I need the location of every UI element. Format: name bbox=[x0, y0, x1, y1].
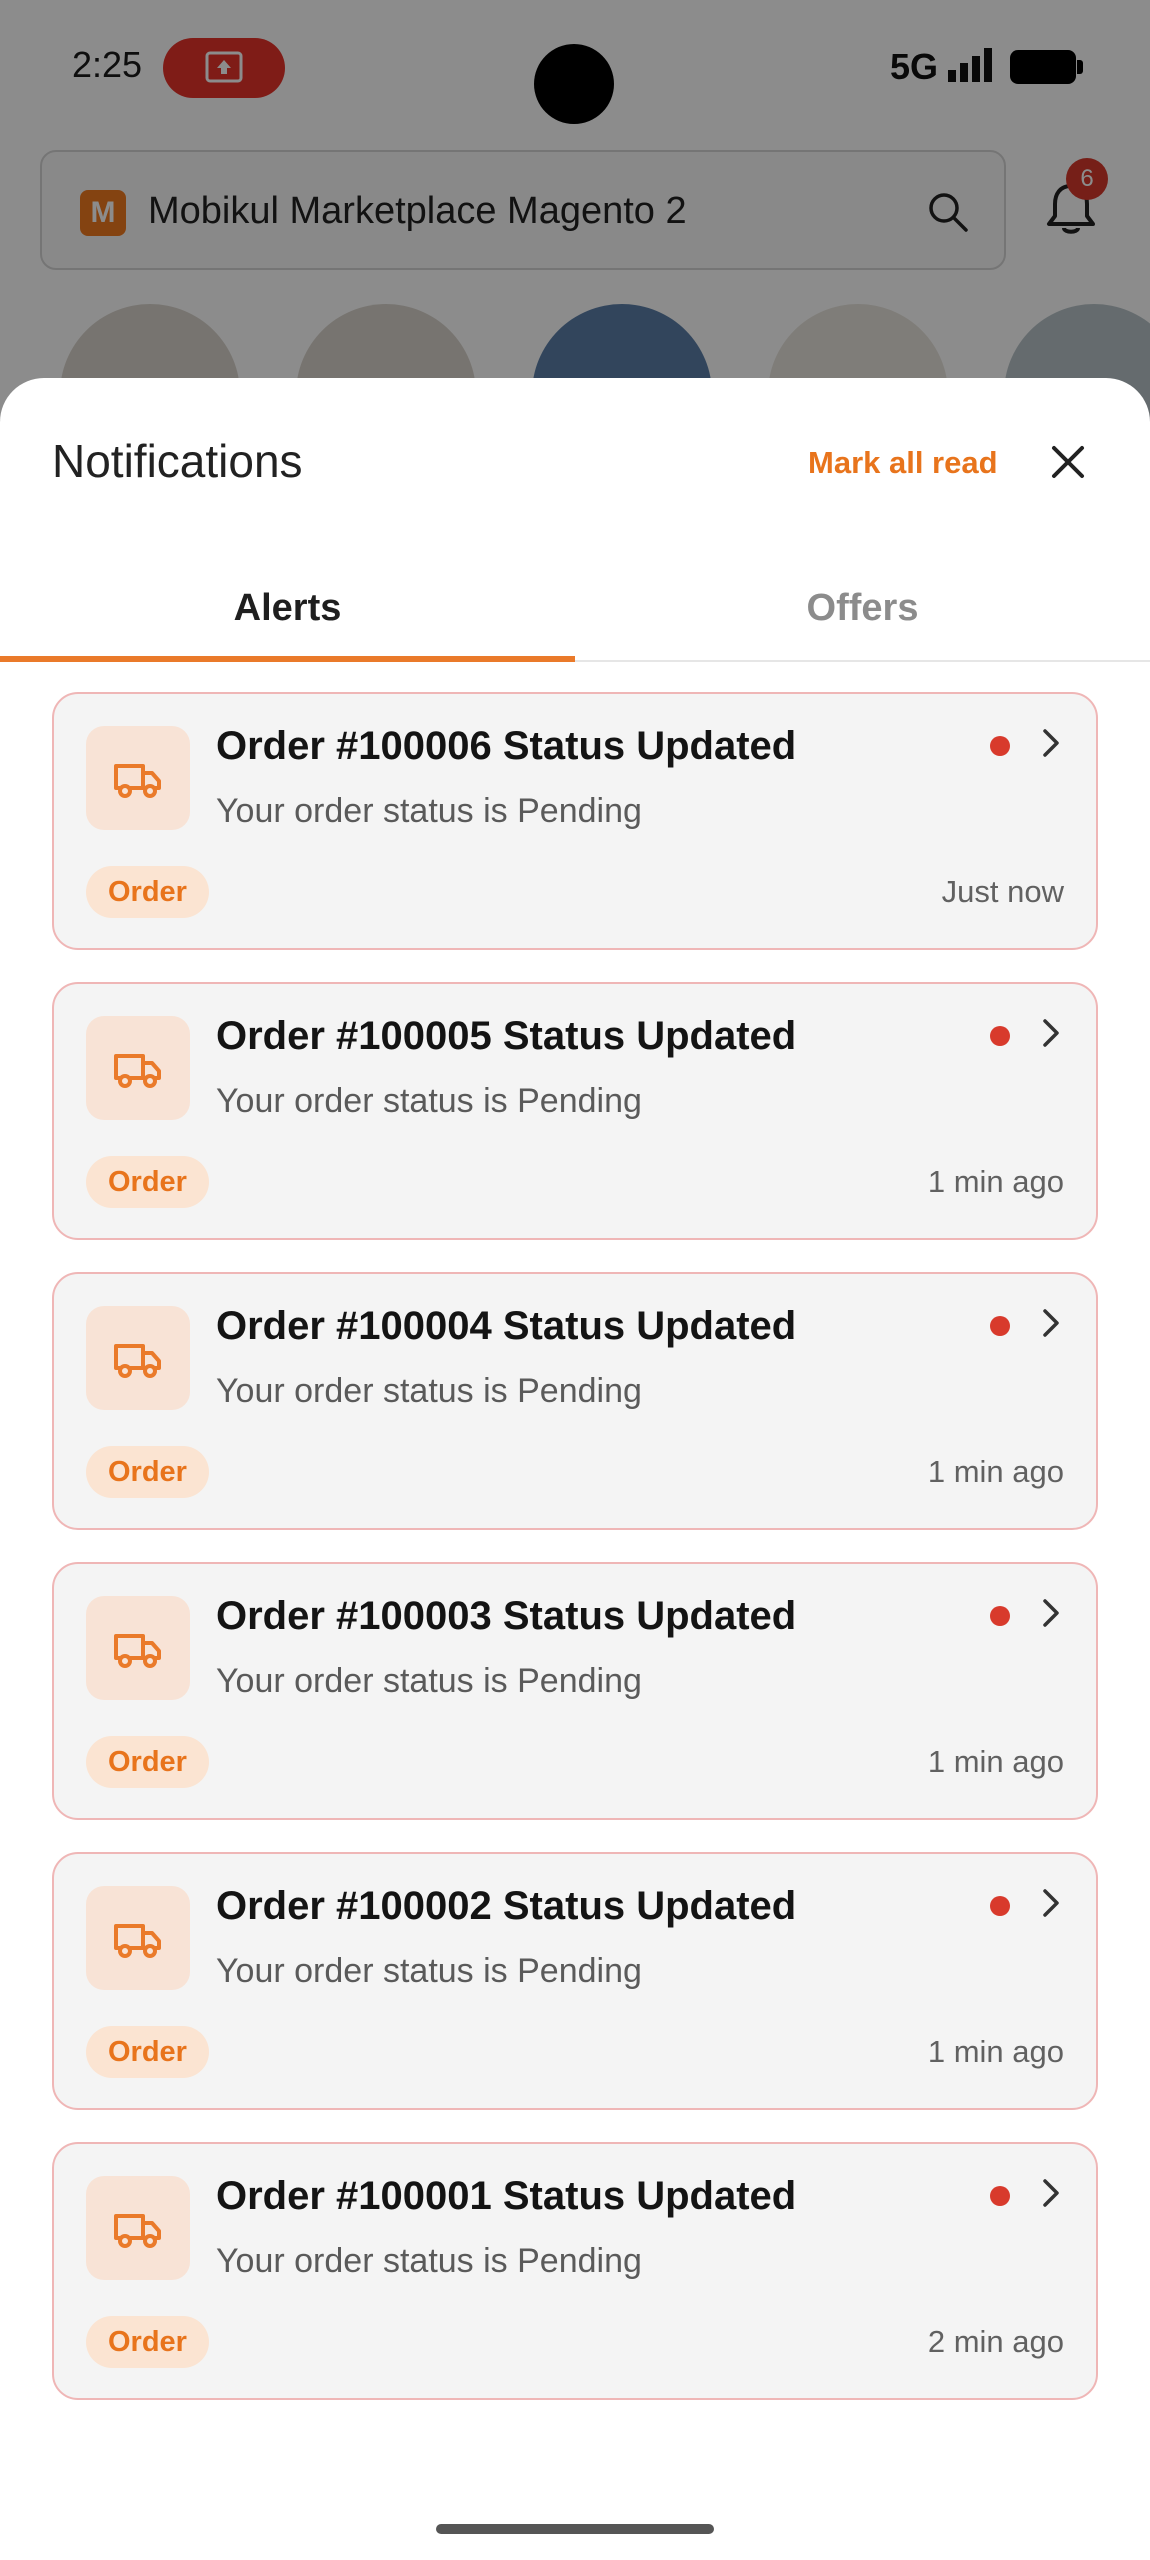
truck-icon bbox=[114, 1924, 161, 1958]
truck-icon bbox=[114, 1634, 161, 1668]
truck-icon bbox=[114, 2214, 161, 2248]
notification-card[interactable]: Order #100005 Status Updated Your order … bbox=[52, 982, 1098, 1240]
unread-indicator bbox=[990, 1896, 1010, 1916]
notification-title: Order #100006 Status Updated bbox=[216, 724, 797, 768]
notification-card[interactable]: Order #100003 Status Updated Your order … bbox=[52, 1562, 1098, 1820]
chevron-right-icon[interactable] bbox=[1034, 1886, 1068, 1920]
notification-body: Your order status is Pending bbox=[216, 1952, 642, 1990]
notification-card[interactable]: Order #100002 Status Updated Your order … bbox=[52, 1852, 1098, 2110]
unread-indicator bbox=[990, 2186, 1010, 2206]
home-indicator[interactable] bbox=[436, 2524, 714, 2534]
notification-card[interactable]: Order #100004 Status Updated Your order … bbox=[52, 1272, 1098, 1530]
notification-body: Your order status is Pending bbox=[216, 2242, 642, 2280]
notification-time: 1 min ago bbox=[927, 1164, 1064, 1199]
chevron-right-icon[interactable] bbox=[1034, 726, 1068, 760]
notification-list: Order #100006 Status Updated Your order … bbox=[52, 692, 1098, 2432]
notification-tag: Order bbox=[86, 1156, 209, 1208]
notification-icon-box bbox=[86, 1886, 190, 1990]
chevron-right-icon[interactable] bbox=[1034, 1306, 1068, 1340]
notification-icon-box bbox=[86, 1306, 190, 1410]
chevron-right-icon[interactable] bbox=[1034, 1596, 1068, 1630]
notification-body: Your order status is Pending bbox=[216, 1662, 642, 1700]
notification-card[interactable]: Order #100001 Status Updated Your order … bbox=[52, 2142, 1098, 2400]
notification-tag: Order bbox=[86, 2026, 209, 2078]
unread-indicator bbox=[990, 1026, 1010, 1046]
sheet-title: Notifications bbox=[52, 435, 303, 487]
notification-time: 1 min ago bbox=[927, 1454, 1064, 1489]
chevron-right-icon[interactable] bbox=[1034, 1016, 1068, 1050]
notification-body: Your order status is Pending bbox=[216, 792, 642, 830]
notification-time: 1 min ago bbox=[927, 1744, 1064, 1779]
notification-tag: Order bbox=[86, 1736, 209, 1788]
notification-icon-box bbox=[86, 726, 190, 830]
notification-icon-box bbox=[86, 1016, 190, 1120]
notification-title: Order #100002 Status Updated bbox=[216, 1884, 797, 1928]
notification-time: 2 min ago bbox=[927, 2324, 1064, 2359]
unread-indicator bbox=[990, 736, 1010, 756]
notification-tag: Order bbox=[86, 2316, 209, 2368]
unread-indicator bbox=[990, 1606, 1010, 1626]
mark-all-read-button[interactable]: Mark all read bbox=[808, 445, 998, 481]
notification-title: Order #100005 Status Updated bbox=[216, 1014, 797, 1058]
notification-title: Order #100001 Status Updated bbox=[216, 2174, 797, 2218]
notification-card[interactable]: Order #100006 Status Updated Your order … bbox=[52, 692, 1098, 950]
chevron-right-icon[interactable] bbox=[1034, 2176, 1068, 2210]
unread-indicator bbox=[990, 1316, 1010, 1336]
notification-body: Your order status is Pending bbox=[216, 1372, 642, 1410]
tab-bar: Alerts Offers bbox=[0, 558, 1150, 662]
close-icon[interactable] bbox=[1046, 440, 1090, 484]
truck-icon bbox=[114, 1344, 161, 1378]
notifications-sheet: Notifications Mark all read Alerts Offer… bbox=[0, 378, 1150, 2560]
notification-body: Your order status is Pending bbox=[216, 1082, 642, 1120]
notification-time: 1 min ago bbox=[927, 2034, 1064, 2069]
notification-tag: Order bbox=[86, 866, 209, 918]
tab-alerts[interactable]: Alerts bbox=[0, 558, 575, 662]
notification-tag: Order bbox=[86, 1446, 209, 1498]
truck-icon bbox=[114, 764, 161, 798]
notification-icon-box bbox=[86, 1596, 190, 1700]
tab-offers[interactable]: Offers bbox=[575, 558, 1150, 662]
notification-title: Order #100004 Status Updated bbox=[216, 1304, 797, 1348]
notification-time: Just now bbox=[941, 874, 1064, 909]
truck-icon bbox=[114, 1054, 161, 1088]
notification-title: Order #100003 Status Updated bbox=[216, 1594, 797, 1638]
notification-icon-box bbox=[86, 2176, 190, 2280]
active-tab-indicator bbox=[0, 656, 575, 662]
